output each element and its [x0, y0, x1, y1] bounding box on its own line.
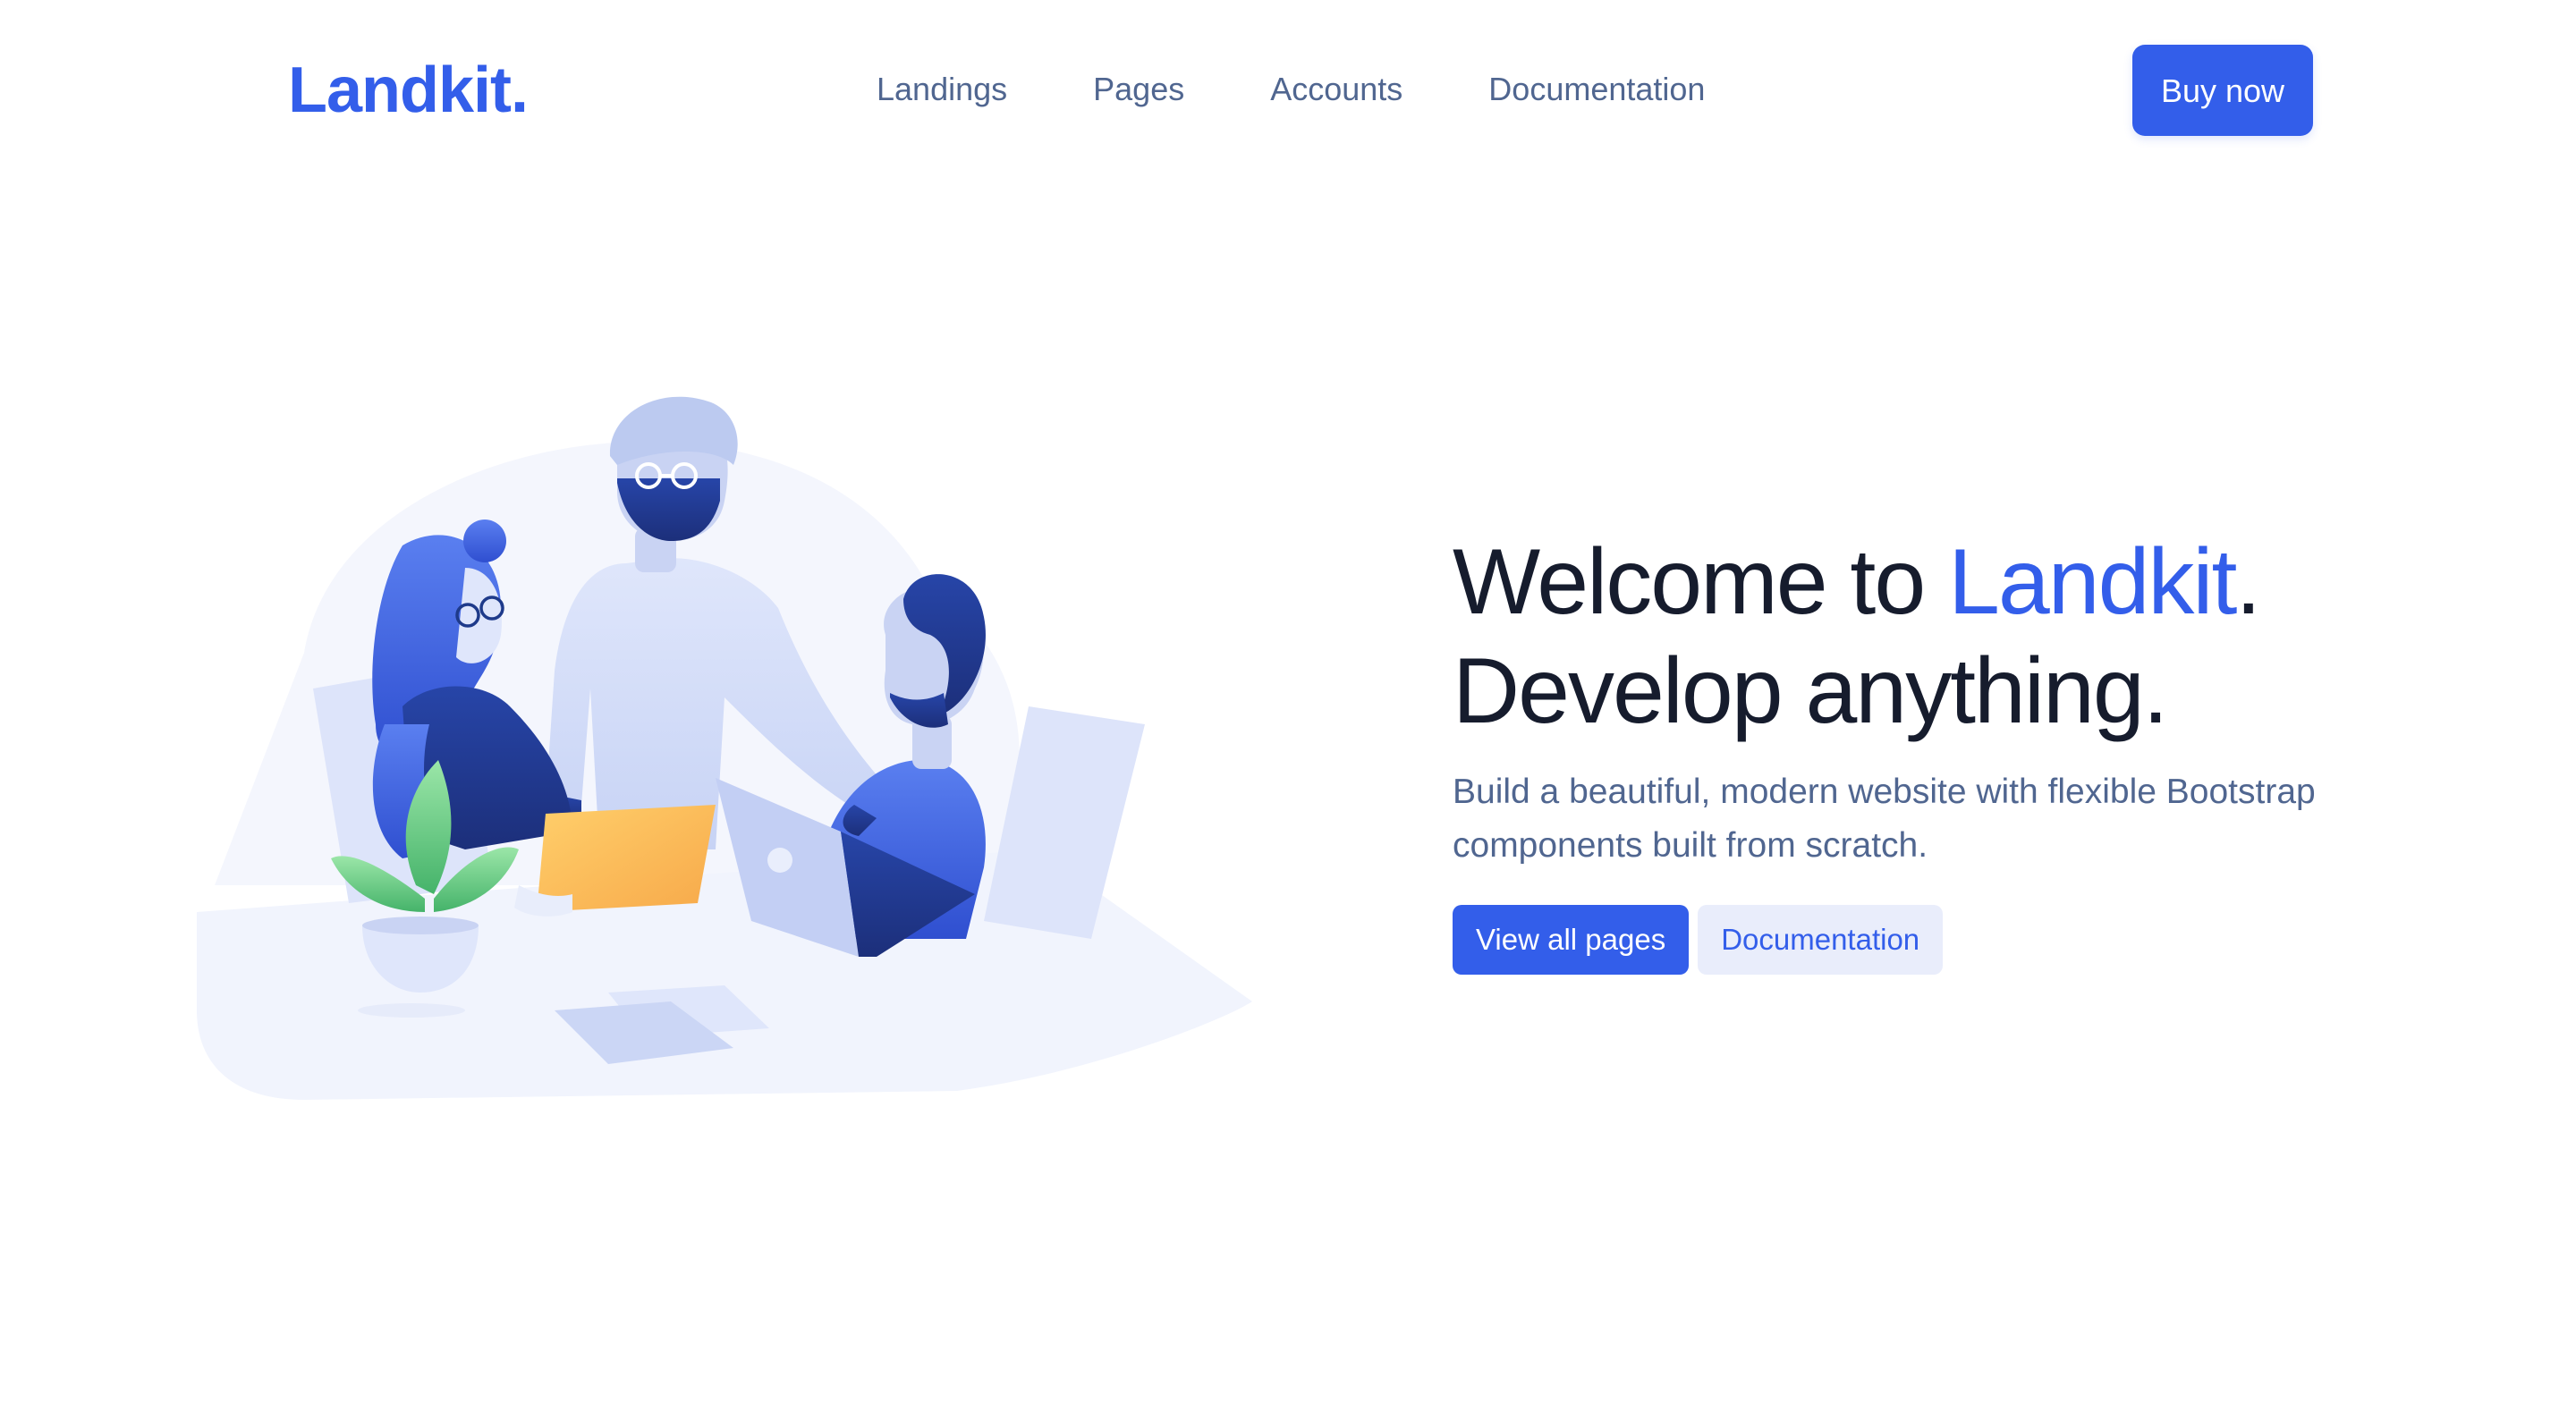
nav-link-landings[interactable]: Landings: [877, 64, 1007, 114]
page: Landkit. Landings Pages Accounts Documen…: [0, 0, 2576, 1411]
nav-links: Landings Pages Accounts Documentation: [877, 64, 1705, 114]
hero-title-accent: Landkit: [1948, 530, 2237, 634]
nav-link-accounts[interactable]: Accounts: [1270, 64, 1402, 114]
hero-text: Welcome to Landkit. Develop anything. Bui…: [1453, 528, 2436, 975]
view-all-pages-button[interactable]: View all pages: [1453, 905, 1690, 975]
nav-link-pages[interactable]: Pages: [1093, 64, 1184, 114]
buy-now-button[interactable]: Buy now: [2132, 45, 2313, 136]
hero-title-line2: Develop anything.: [1453, 639, 2169, 743]
hero-buttons: View all pages Documentation: [1453, 905, 2436, 975]
hero-illustration: [197, 396, 1252, 1100]
hero-title-prefix: Welcome to: [1453, 530, 1949, 634]
brand-logo[interactable]: Landkit.: [288, 50, 529, 131]
hero-title: Welcome to Landkit. Develop anything.: [1453, 528, 2436, 746]
hero-title-suffix: .: [2235, 530, 2261, 634]
hero-lead: Build a beautiful, modern website with f…: [1453, 773, 2316, 865]
nav-link-documentation[interactable]: Documentation: [1488, 64, 1705, 114]
navbar: Landkit. Landings Pages Accounts Documen…: [0, 0, 2576, 179]
documentation-button[interactable]: Documentation: [1698, 905, 1944, 975]
